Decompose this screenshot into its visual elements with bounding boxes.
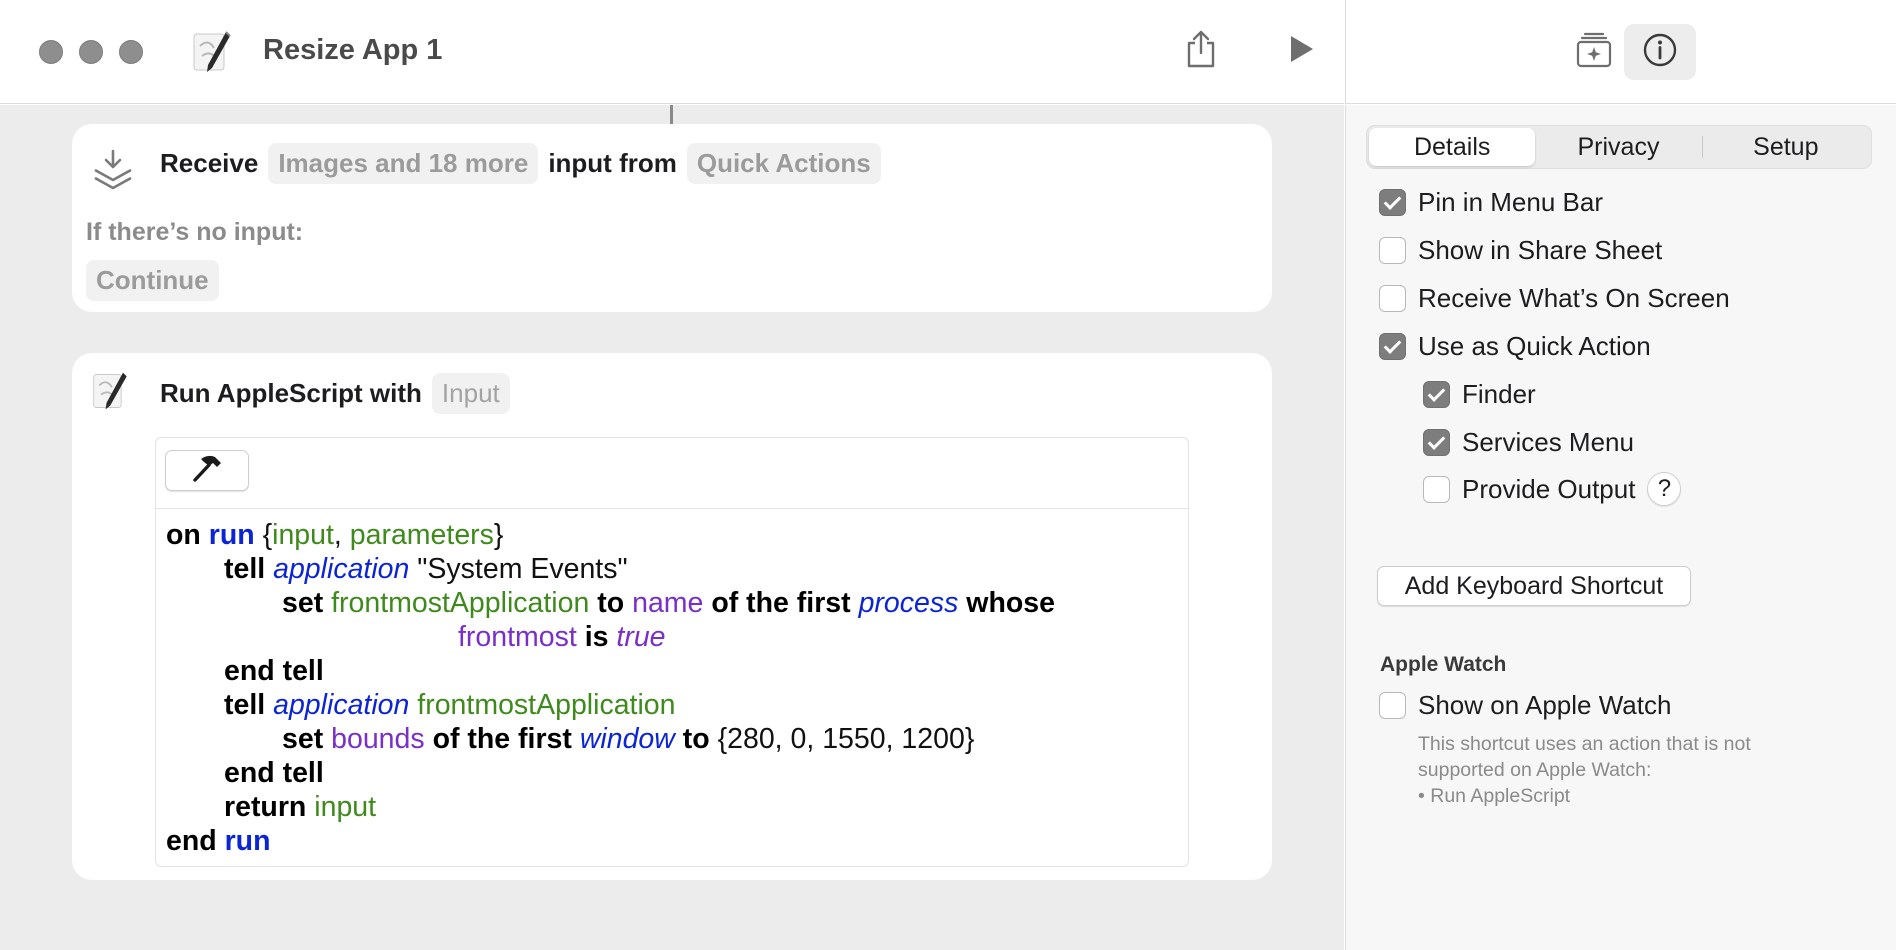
- code-line: set bounds of the first window to {280, …: [282, 723, 975, 755]
- option-finder[interactable]: Finder: [1423, 379, 1536, 410]
- checkmark-icon: [1383, 191, 1402, 210]
- provide-output-label: Provide Output: [1462, 473, 1636, 504]
- checkmark-icon: [1427, 431, 1446, 450]
- add-keyboard-shortcut-button[interactable]: Add Keyboard Shortcut: [1377, 566, 1691, 606]
- shortcut-title[interactable]: Resize App 1: [263, 34, 442, 67]
- apple-watch-heading: Apple Watch: [1380, 653, 1507, 676]
- services-menu-label: Services Menu: [1462, 427, 1634, 457]
- code-editor[interactable]: on run {input, parameters} tell applicat…: [155, 437, 1189, 867]
- run-shortcut-button[interactable]: [1276, 26, 1326, 76]
- code-line: end tell: [224, 655, 324, 687]
- tab-privacy[interactable]: Privacy: [1535, 128, 1701, 166]
- hammer-icon: [190, 453, 224, 488]
- info-button[interactable]: [1624, 24, 1696, 80]
- action-connector: [670, 105, 673, 124]
- finder-label: Finder: [1462, 379, 1536, 409]
- receive-action-row: Receive Images and 18 more input from Qu…: [160, 143, 881, 184]
- share-sheet-checkbox[interactable]: [1379, 237, 1406, 264]
- receive-screen-label: Receive What’s On Screen: [1418, 283, 1730, 313]
- minimize-window-button[interactable]: [79, 40, 103, 64]
- apple-watch-label: Show on Apple Watch: [1418, 690, 1672, 720]
- receive-label: Receive: [160, 148, 259, 178]
- no-input-label: If there’s no input:: [86, 218, 304, 246]
- panel-tabs: Details Privacy Setup: [1366, 125, 1872, 169]
- close-window-button[interactable]: [39, 40, 63, 64]
- provide-output-checkbox[interactable]: [1423, 475, 1450, 503]
- code-line: return input: [224, 791, 377, 823]
- option-receive-screen[interactable]: Receive What’s On Screen: [1379, 283, 1730, 314]
- no-input-behavior-chip[interactable]: Continue: [86, 260, 219, 301]
- code-editor-header: [156, 438, 1188, 509]
- shortcut-editor: Receive Images and 18 more input from Qu…: [0, 105, 1344, 950]
- action-library-button[interactable]: [1558, 24, 1630, 80]
- pin-menu-bar-label: Pin in Menu Bar: [1418, 187, 1603, 217]
- action-library-icon: [1574, 30, 1614, 75]
- input-types-chip[interactable]: Images and 18 more: [268, 143, 539, 184]
- compile-button[interactable]: [165, 450, 249, 491]
- pin-menu-bar-checkbox[interactable]: [1379, 189, 1406, 216]
- tab-details[interactable]: Details: [1369, 128, 1536, 166]
- applescript-action-card[interactable]: Run AppleScript with Input on run {input…: [72, 353, 1272, 880]
- code-line: on run {input, parameters}: [166, 519, 504, 551]
- option-pin-menu-bar[interactable]: Pin in Menu Bar: [1379, 187, 1603, 218]
- play-icon: [1286, 34, 1316, 69]
- zoom-window-button[interactable]: [119, 40, 143, 64]
- option-quick-action[interactable]: Use as Quick Action: [1379, 331, 1651, 362]
- window-toolbar: Resize App 1: [0, 0, 1344, 104]
- receive-tray-icon: [92, 148, 134, 199]
- input-source-chip[interactable]: Quick Actions: [686, 143, 881, 184]
- option-provide-output[interactable]: Provide Output ?: [1423, 472, 1682, 506]
- code-line: end run: [166, 825, 271, 857]
- finder-checkbox[interactable]: [1423, 381, 1450, 408]
- apple-watch-checkbox[interactable]: [1379, 692, 1406, 719]
- share-sheet-label: Show in Share Sheet: [1418, 235, 1663, 265]
- services-menu-checkbox[interactable]: [1423, 429, 1450, 456]
- code-line: end tell: [224, 757, 324, 789]
- code-line: tell application frontmostApplication: [224, 689, 676, 721]
- apple-watch-note: This shortcut uses an action that is not…: [1418, 733, 1751, 807]
- receive-screen-checkbox[interactable]: [1379, 285, 1406, 312]
- tab-setup[interactable]: Setup: [1703, 128, 1869, 166]
- sidebar-toolbar: [1345, 0, 1896, 104]
- receive-action-card[interactable]: Receive Images and 18 more input from Qu…: [72, 124, 1272, 312]
- applescript-input-chip[interactable]: Input: [431, 373, 510, 414]
- info-icon: [1642, 32, 1678, 73]
- quick-action-checkbox[interactable]: [1379, 333, 1406, 360]
- script-editor-icon: [90, 369, 134, 418]
- code-line: frontmost is true: [458, 621, 666, 653]
- applescript-label: Run AppleScript with: [160, 378, 422, 408]
- quick-action-label: Use as Quick Action: [1418, 331, 1651, 361]
- checkmark-icon: [1383, 335, 1402, 354]
- share-icon: [1183, 29, 1219, 74]
- input-from-label: input from: [548, 148, 677, 178]
- share-button[interactable]: [1176, 26, 1226, 76]
- help-button[interactable]: ?: [1647, 472, 1682, 506]
- applescript-code: on run {input, parameters} tell applicat…: [166, 518, 1178, 858]
- option-services-menu[interactable]: Services Menu: [1423, 427, 1634, 458]
- details-panel: Details Privacy Setup Pin in Menu Bar Sh…: [1345, 105, 1896, 950]
- option-share-sheet[interactable]: Show in Share Sheet: [1379, 235, 1662, 266]
- checkmark-icon: [1427, 383, 1446, 402]
- code-line: tell application "System Events": [224, 553, 628, 585]
- option-apple-watch[interactable]: Show on Apple Watch: [1379, 690, 1671, 721]
- script-editor-icon: [190, 28, 238, 76]
- code-line: set frontmostApplication to name of the …: [282, 587, 1055, 619]
- applescript-action-row: Run AppleScript with Input: [160, 373, 510, 414]
